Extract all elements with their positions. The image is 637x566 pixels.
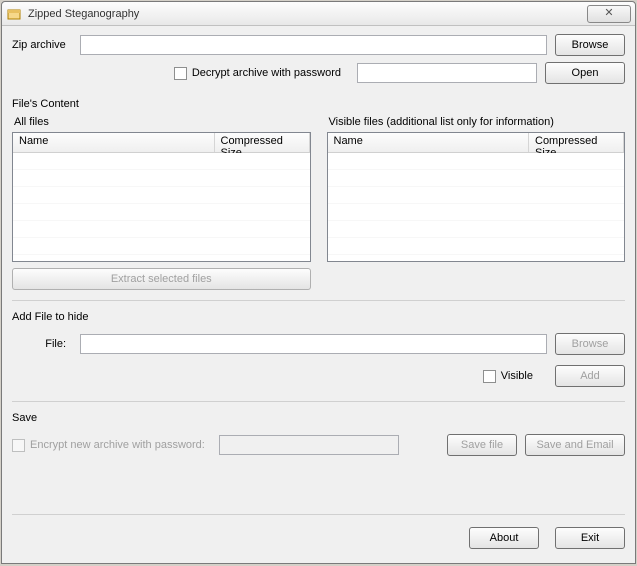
- extract-button[interactable]: Extract selected files: [12, 268, 311, 290]
- all-files-label: All files: [12, 116, 311, 128]
- file-input[interactable]: [80, 334, 547, 354]
- close-button[interactable]: ✕: [587, 5, 631, 23]
- visible-files-header: Name Compressed Size: [328, 133, 625, 153]
- save-email-button[interactable]: Save and Email: [525, 434, 625, 456]
- save-file-button[interactable]: Save file: [447, 434, 517, 456]
- visible-files-list[interactable]: Name Compressed Size: [327, 132, 626, 262]
- about-button[interactable]: About: [469, 527, 539, 549]
- zip-archive-input[interactable]: [80, 35, 547, 55]
- all-files-col-size[interactable]: Compressed Size: [215, 133, 310, 152]
- close-icon: ✕: [604, 7, 613, 19]
- files-content-label: File's Content: [12, 98, 625, 110]
- all-files-header: Name Compressed Size: [13, 133, 310, 153]
- open-button[interactable]: Open: [545, 62, 625, 84]
- footer: About Exit: [12, 521, 625, 555]
- encrypt-password-input[interactable]: [219, 435, 399, 455]
- visible-checkbox[interactable]: [483, 370, 496, 383]
- file-label: File:: [12, 338, 72, 350]
- window-title: Zipped Steganography: [28, 8, 587, 20]
- add-button[interactable]: Add: [555, 365, 625, 387]
- browse-zip-button[interactable]: Browse: [555, 34, 625, 56]
- all-files-body: [13, 153, 310, 261]
- content-area: Zip archive Browse Decrypt archive with …: [2, 26, 635, 563]
- exit-button[interactable]: Exit: [555, 527, 625, 549]
- browse-file-button[interactable]: Browse: [555, 333, 625, 355]
- encrypt-checkbox[interactable]: [12, 439, 25, 452]
- app-icon: [6, 6, 22, 22]
- decrypt-row: Decrypt archive with password Open: [12, 62, 625, 84]
- encrypt-label: Encrypt new archive with password:: [30, 439, 205, 451]
- save-section-label: Save: [12, 412, 625, 424]
- all-files-column: All files Name Compressed Size Extract s…: [12, 116, 311, 290]
- all-files-col-name[interactable]: Name: [13, 133, 215, 152]
- files-columns: All files Name Compressed Size Extract s…: [12, 116, 625, 290]
- add-file-row: File: Browse: [12, 333, 625, 355]
- visible-label: Visible: [501, 370, 533, 382]
- divider-2: [12, 401, 625, 402]
- decrypt-checkbox[interactable]: [174, 67, 187, 80]
- zip-archive-label: Zip archive: [12, 39, 72, 51]
- divider-3: [12, 514, 625, 515]
- visible-files-col-name[interactable]: Name: [328, 133, 530, 152]
- all-files-list[interactable]: Name Compressed Size: [12, 132, 311, 262]
- visible-files-body: [328, 153, 625, 261]
- decrypt-password-input[interactable]: [357, 63, 537, 83]
- visible-files-col-size[interactable]: Compressed Size: [529, 133, 624, 152]
- titlebar: Zipped Steganography ✕: [2, 2, 635, 26]
- save-row: Encrypt new archive with password: Save …: [12, 434, 625, 456]
- add-file-section-label: Add File to hide: [12, 311, 625, 323]
- visible-files-label: Visible files (additional list only for …: [327, 116, 626, 128]
- visible-files-column: Visible files (additional list only for …: [327, 116, 626, 290]
- app-window: Zipped Steganography ✕ Zip archive Brows…: [1, 1, 636, 564]
- zip-archive-row: Zip archive Browse: [12, 34, 625, 56]
- divider-1: [12, 300, 625, 301]
- visible-add-row: Visible Add: [12, 365, 625, 387]
- flex-spacer: [12, 462, 625, 504]
- decrypt-label: Decrypt archive with password: [192, 67, 341, 79]
